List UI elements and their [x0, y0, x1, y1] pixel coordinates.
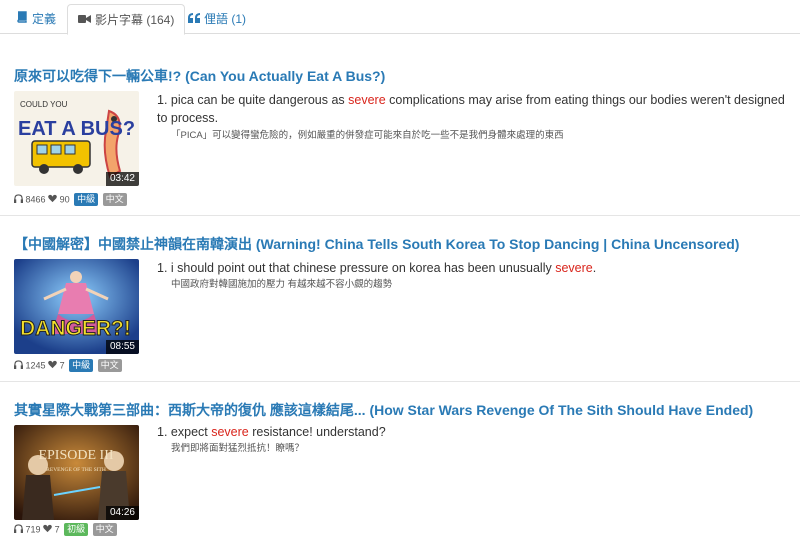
svg-text:EPISODE III: EPISODE III: [38, 448, 113, 463]
sentence-text-before: pica can be quite dangerous as: [170, 93, 349, 107]
headphones-icon: [14, 523, 23, 537]
sentence-text-after: resistance! understand?: [248, 425, 386, 439]
svg-text:REVENGE OF THE SITH: REVENGE OF THE SITH: [46, 467, 106, 473]
book-icon: [16, 5, 28, 33]
sentence-text-after: .: [592, 261, 597, 275]
level-badge: 中級: [69, 359, 94, 373]
sentence-translation: 我們即將面對猛烈抵抗！瞭嗎？: [171, 443, 305, 454]
video-thumbnail[interactable]: DANGER?! 08:55: [14, 259, 139, 354]
highlighted-keyword: severe: [211, 425, 249, 439]
sentence-number: 1.: [157, 93, 168, 107]
video-title-link[interactable]: 【中國解密】中國禁止神韻在南韓演出 (Warning! China Tells …: [14, 234, 739, 254]
headphones-icon: [14, 359, 23, 373]
video-duration: 04:26: [105, 506, 139, 520]
tab-video-subtitles[interactable]: 影片字幕 (164): [67, 4, 186, 35]
level-badge: 初級: [64, 523, 89, 537]
like-count: 7: [59, 360, 65, 371]
highlighted-keyword: severe: [348, 93, 386, 107]
sentence-translation: 「PICA」可以變得蠻危險的，例如嚴重的併發症可能來自於吃一些不是我們身體來處理…: [171, 130, 564, 141]
tab-video-subtitles-label: 影片字幕 (164): [95, 12, 175, 27]
video-thumbnail[interactable]: EPISODE III REVENGE OF THE SITH 04:26: [14, 425, 139, 520]
tab-slang[interactable]: 俚語 (1): [178, 4, 256, 34]
svg-text:COULD YOU: COULD YOU: [20, 100, 68, 109]
divider: [0, 381, 800, 382]
video-title-link[interactable]: 原來可以吃得下一輛公車!? (Can You Actually Eat A Bu…: [14, 66, 385, 86]
listen-count: 8466: [25, 194, 46, 205]
highlighted-keyword: severe: [555, 261, 593, 275]
video-thumbnail[interactable]: COULD YOU EAT A BUS? 03:42: [14, 91, 139, 186]
quote-icon: [188, 5, 200, 33]
video-stats: 719 7 初級 中文: [14, 522, 117, 537]
video-title-link[interactable]: 其實星際大戰第三部曲：西斯大帝的復仇 應該這樣結尾... (How Star W…: [14, 400, 753, 420]
level-badge: 中級: [74, 193, 99, 207]
example-sentence: 1. expect severe resistance! understand?: [157, 423, 787, 441]
tab-bar: 定義 影片字幕 (164) 俚語 (1): [0, 0, 800, 35]
like-count: 90: [59, 194, 70, 205]
video-duration: 03:42: [105, 172, 139, 186]
like-count: 7: [54, 524, 60, 535]
video-camera-icon: [78, 6, 91, 34]
language-badge: 中文: [92, 523, 117, 537]
sentence-text-before: i should point out that chinese pressure…: [170, 261, 556, 275]
headphones-icon: [14, 193, 23, 207]
sentence-text-before: expect: [170, 425, 212, 439]
listen-count: 719: [25, 524, 41, 535]
heart-icon: [48, 193, 57, 207]
sentence-translation: 中國政府對韓國施加的壓力 有越來越不容小覷的趨勢: [171, 279, 393, 290]
sentence-number: 1.: [157, 261, 168, 275]
heart-icon: [48, 359, 57, 373]
listen-count: 1245: [25, 360, 46, 371]
tab-definition-label: 定義: [32, 11, 57, 26]
example-sentence: 1. pica can be quite dangerous as severe…: [157, 91, 787, 127]
tab-definition[interactable]: 定義: [6, 4, 66, 34]
video-stats: 1245 7 中級 中文: [14, 358, 122, 373]
sentence-number: 1.: [157, 425, 168, 439]
video-duration: 08:55: [105, 340, 139, 354]
divider: [0, 215, 800, 216]
heart-icon: [43, 523, 52, 537]
language-badge: 中文: [102, 193, 127, 207]
tab-slang-label: 俚語 (1): [204, 11, 247, 26]
example-sentence: 1. i should point out that chinese press…: [157, 259, 787, 277]
svg-text:DANGER?!: DANGER?!: [20, 317, 131, 340]
svg-text:EAT A BUS?: EAT A BUS?: [18, 118, 135, 140]
language-badge: 中文: [97, 359, 122, 373]
video-stats: 8466 90 中級 中文: [14, 192, 127, 207]
